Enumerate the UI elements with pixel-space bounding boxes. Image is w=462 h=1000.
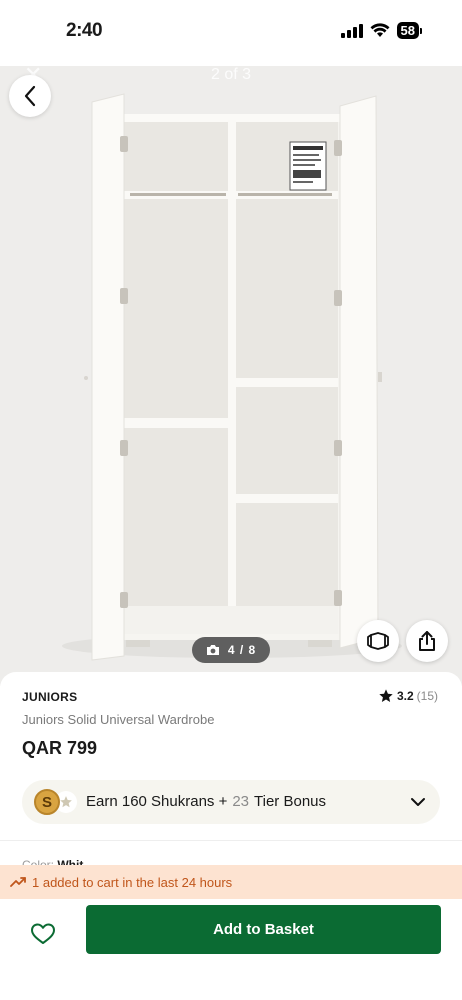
3d-view-icon	[367, 632, 389, 650]
star-icon	[379, 689, 393, 702]
shukrans-text: Earn 160 Shukrans + 23 Tier Bonus	[86, 793, 326, 810]
status-icons: 58	[340, 22, 422, 39]
bottom-action-bar: Add to Basket	[0, 899, 462, 1000]
earn-shukrans-text: Earn 160 Shukrans +	[86, 793, 228, 810]
rating-value: 3.2	[396, 689, 414, 703]
wardrobe-image	[0, 66, 462, 686]
rating[interactable]: 3.2 (15)	[378, 688, 438, 704]
wifi-icon	[370, 23, 390, 37]
recent-cart-banner: 1 added to cart in the last 24 hours	[0, 865, 462, 899]
trending-up-icon	[10, 877, 26, 887]
battery-icon: 58	[396, 22, 422, 39]
wishlist-button[interactable]	[27, 918, 59, 950]
tier-bonus-points: 23	[232, 793, 250, 810]
status-time: 2:40	[66, 20, 103, 41]
chevron-down-icon	[411, 798, 425, 806]
tier-bonus-label: Tier Bonus	[254, 793, 327, 810]
camera-icon	[206, 645, 219, 655]
product-info-panel: JUNIORS 3.2 (15) Juniors Solid Universal…	[0, 672, 462, 1000]
shukran-coin-icon: S	[34, 789, 60, 815]
shukrans-rewards-row[interactable]: S Earn 160 Shukrans + 23 Tier Bonus	[22, 780, 440, 824]
divider	[0, 840, 462, 841]
product-price: QAR 799	[22, 738, 98, 758]
battery-level: 58	[396, 22, 419, 39]
status-bar: 2:40 58	[0, 0, 462, 66]
shukran-coin-letter: S	[41, 793, 52, 811]
rating-count: (15)	[416, 689, 438, 703]
brand-name[interactable]: JUNIORS	[22, 690, 77, 704]
back-button[interactable]	[9, 75, 51, 117]
cart-banner-text: 1 added to cart in the last 24 hours	[32, 874, 233, 890]
add-to-basket-button[interactable]: Add to Basket	[86, 905, 441, 954]
share-button[interactable]	[406, 620, 448, 662]
heart-icon	[31, 923, 55, 944]
photo-count-badge[interactable]: 4 / 8	[192, 637, 270, 663]
product-title: Juniors Solid Universal Wardrobe	[22, 712, 215, 727]
share-icon	[419, 631, 435, 651]
view-3d-button[interactable]	[357, 620, 399, 662]
image-counter: 2 of 3	[210, 66, 252, 83]
photo-count: 4 / 8	[227, 643, 257, 657]
product-detail-screen: 2:40 58 2 of 3 4 / 8 JUNIORS 3.2 (15) Ju…	[0, 0, 462, 1000]
chevron-left-icon	[24, 85, 36, 107]
product-image-gallery[interactable]: 2 of 3 ✕ 4 / 8	[0, 66, 462, 686]
cellular-signal-icon	[340, 23, 363, 38]
